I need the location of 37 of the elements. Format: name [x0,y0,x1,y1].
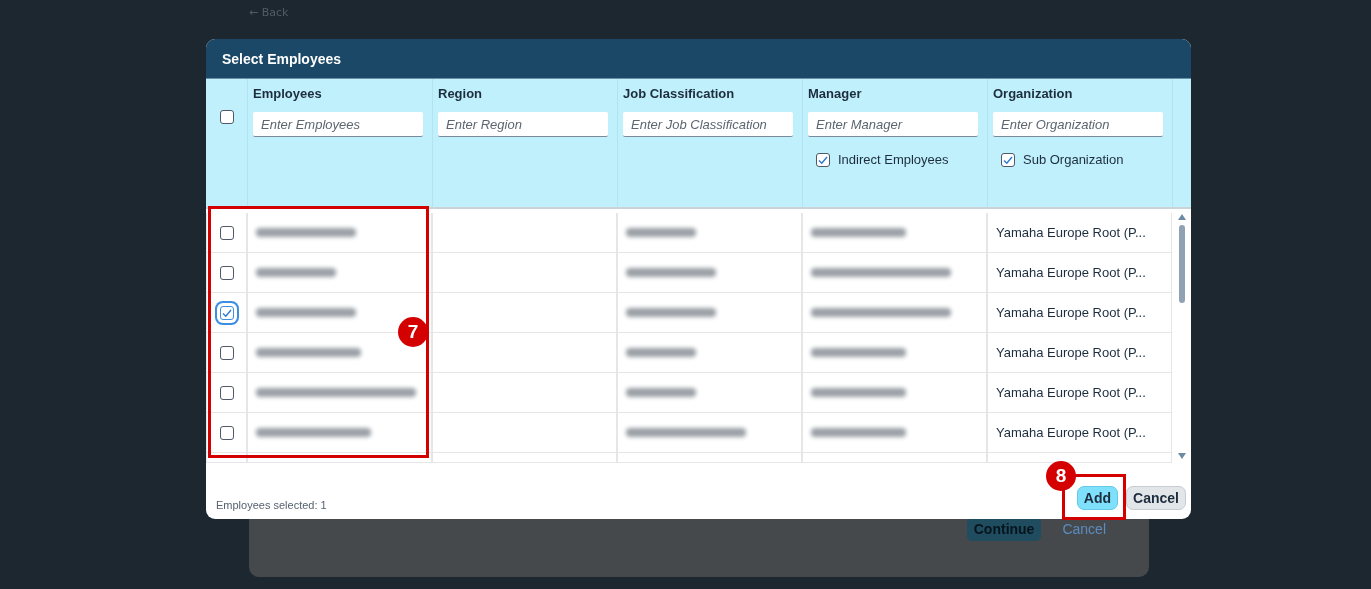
table-cell: Yamaha Europe Root (P... [996,345,1146,360]
column-header: Employees [253,86,322,101]
column-header: Region [438,86,483,101]
table-cell: Yamaha Europe Root (P... [996,265,1146,280]
column-header: Manager [808,86,862,101]
continue-button[interactable]: Continue [966,517,1042,541]
select-all-checkbox[interactable] [219,110,234,124]
scroll-up-icon[interactable] [1176,213,1187,221]
cancel-button[interactable]: Cancel [1126,486,1186,510]
table-cell: Yamaha Europe Root (P... [996,425,1146,440]
option-checkbox[interactable] [1001,152,1015,167]
table-cell: Yamaha Europe Root (P... [996,225,1146,240]
filter-field[interactable]: Enter Job Classification [623,112,793,137]
add-button[interactable]: Add [1076,486,1119,510]
row-checkbox[interactable] [219,385,234,400]
selection-count: Employees selected: 1 [216,499,327,511]
blurred-text [626,388,696,397]
filter-field[interactable]: Enter Manager [808,112,978,137]
dialog-title: Select Employees [222,50,342,67]
table-cell: Yamaha Europe Root (P... [996,385,1146,400]
filter-field[interactable]: Enter Organization [993,112,1163,137]
option-label: Indirect Employees [838,152,949,167]
scroll-down-icon[interactable] [1176,452,1187,460]
table-cell: Yamaha Europe Root (P... [996,305,1146,320]
option-checkbox[interactable] [816,152,830,167]
row-checkbox[interactable] [219,225,234,240]
column-header: Organization [993,86,1073,101]
option-label: Sub Organization [1023,152,1124,167]
row-checkbox[interactable] [219,265,234,280]
cancel-link[interactable]: Cancel [1055,517,1113,541]
blurred-text [626,228,696,237]
filter-field[interactable]: Enter Region [438,112,608,137]
column-header: Job Classification [623,86,735,101]
row-checkbox[interactable] [219,425,234,440]
row-checkbox[interactable] [219,345,234,360]
filter-field[interactable]: Enter Employees [253,112,423,137]
blurred-text [626,348,696,357]
